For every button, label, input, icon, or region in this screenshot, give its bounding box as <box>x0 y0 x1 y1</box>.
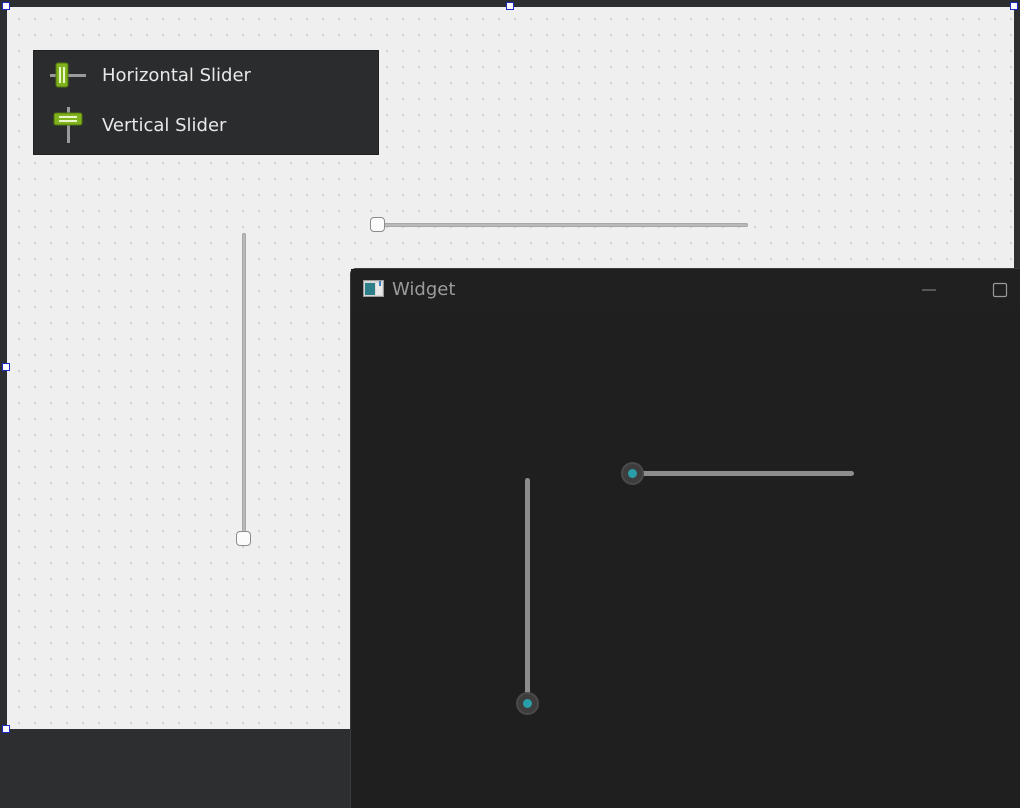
maximize-button[interactable] <box>981 277 1017 303</box>
palette-item-label: Horizontal Slider <box>102 64 251 86</box>
slider-handle[interactable] <box>516 692 539 715</box>
window-title: Widget <box>392 279 456 300</box>
preview-vertical-slider[interactable] <box>516 476 540 718</box>
slider-handle[interactable] <box>621 462 644 485</box>
slider-groove <box>625 471 854 476</box>
preview-window: Widget <box>350 268 1020 808</box>
designer-vertical-slider[interactable] <box>234 230 254 550</box>
title-bar[interactable]: Widget <box>351 269 1020 311</box>
minimize-button[interactable] <box>911 277 947 303</box>
resize-handle-bottom-left[interactable] <box>2 725 10 733</box>
slider-groove <box>525 478 530 706</box>
slider-handle[interactable] <box>370 217 385 232</box>
designer-horizontal-slider[interactable] <box>370 214 750 236</box>
palette-item-label: Vertical Slider <box>102 114 227 136</box>
resize-handle-top[interactable] <box>506 2 514 10</box>
preview-horizontal-slider[interactable] <box>621 462 857 486</box>
maximize-icon <box>992 282 1008 298</box>
minimize-icon <box>922 289 936 291</box>
horizontal-slider-icon <box>48 55 88 95</box>
resize-handle-top-left[interactable] <box>2 2 10 10</box>
qt-app-icon <box>363 280 384 297</box>
widget-palette: Horizontal Slider Vertical Slider <box>33 50 379 155</box>
slider-groove <box>374 223 748 227</box>
palette-item-horizontal-slider[interactable]: Horizontal Slider <box>34 51 378 99</box>
slider-handle[interactable] <box>236 531 251 546</box>
vertical-slider-icon <box>48 105 88 145</box>
palette-item-vertical-slider[interactable]: Vertical Slider <box>34 101 378 149</box>
resize-handle-left[interactable] <box>2 363 10 371</box>
resize-handle-top-right[interactable] <box>1010 2 1018 10</box>
slider-groove <box>242 233 246 545</box>
